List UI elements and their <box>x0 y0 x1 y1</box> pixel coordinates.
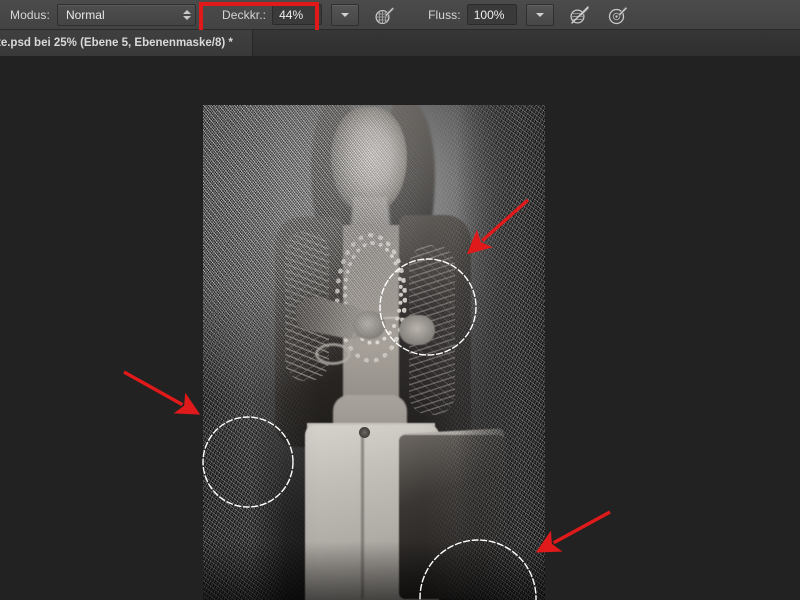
stepper-up-down-icon[interactable] <box>183 10 191 20</box>
flow-dropdown-button[interactable] <box>526 4 554 26</box>
opacity-value: 44% <box>273 8 303 22</box>
blend-mode-label: Modus: <box>10 8 50 22</box>
image-bottom-shadow <box>203 541 545 600</box>
opacity-pressure-icon <box>374 4 396 26</box>
flow-value: 100% <box>468 8 505 22</box>
blend-mode-value: Normal <box>58 8 105 22</box>
blend-mode-select[interactable]: Normal <box>57 4 196 26</box>
flow-pressure-button[interactable] <box>568 3 592 27</box>
opacity-dropdown-button[interactable] <box>331 4 359 26</box>
photoshop-window: Modus: Normal Deckkr.: 44% <box>0 0 800 600</box>
opacity-input[interactable]: 44% <box>272 4 322 25</box>
document-tab[interactable]: te.psd bei 25% (Ebene 5, Ebenenmaske/8) … <box>0 30 253 56</box>
tool-options-bar: Modus: Normal Deckkr.: 44% <box>0 0 800 30</box>
chevron-down-icon <box>341 13 349 17</box>
opacity-pressure-button[interactable] <box>373 3 397 27</box>
opacity-label: Deckkr.: <box>222 8 266 22</box>
chevron-down-icon <box>536 13 544 17</box>
airbrush-button[interactable] <box>606 3 630 27</box>
document-image[interactable] <box>203 105 545 600</box>
document-tab-bar: te.psd bei 25% (Ebene 5, Ebenenmaske/8) … <box>0 30 800 57</box>
opacity-group: Deckkr.: 44% <box>222 4 359 26</box>
flow-label: Fluss: <box>428 8 461 22</box>
flow-pressure-icon <box>569 4 591 26</box>
image-bright-grain-patch <box>203 105 545 600</box>
flow-input[interactable]: 100% <box>467 4 517 25</box>
canvas-area[interactable] <box>0 56 800 600</box>
flow-group: Fluss: 100% <box>428 4 554 26</box>
document-tab-title: te.psd bei 25% (Ebene 5, Ebenenmaske/8) … <box>0 37 233 49</box>
airbrush-icon <box>607 4 629 26</box>
blend-mode-group: Modus: Normal <box>10 4 196 26</box>
